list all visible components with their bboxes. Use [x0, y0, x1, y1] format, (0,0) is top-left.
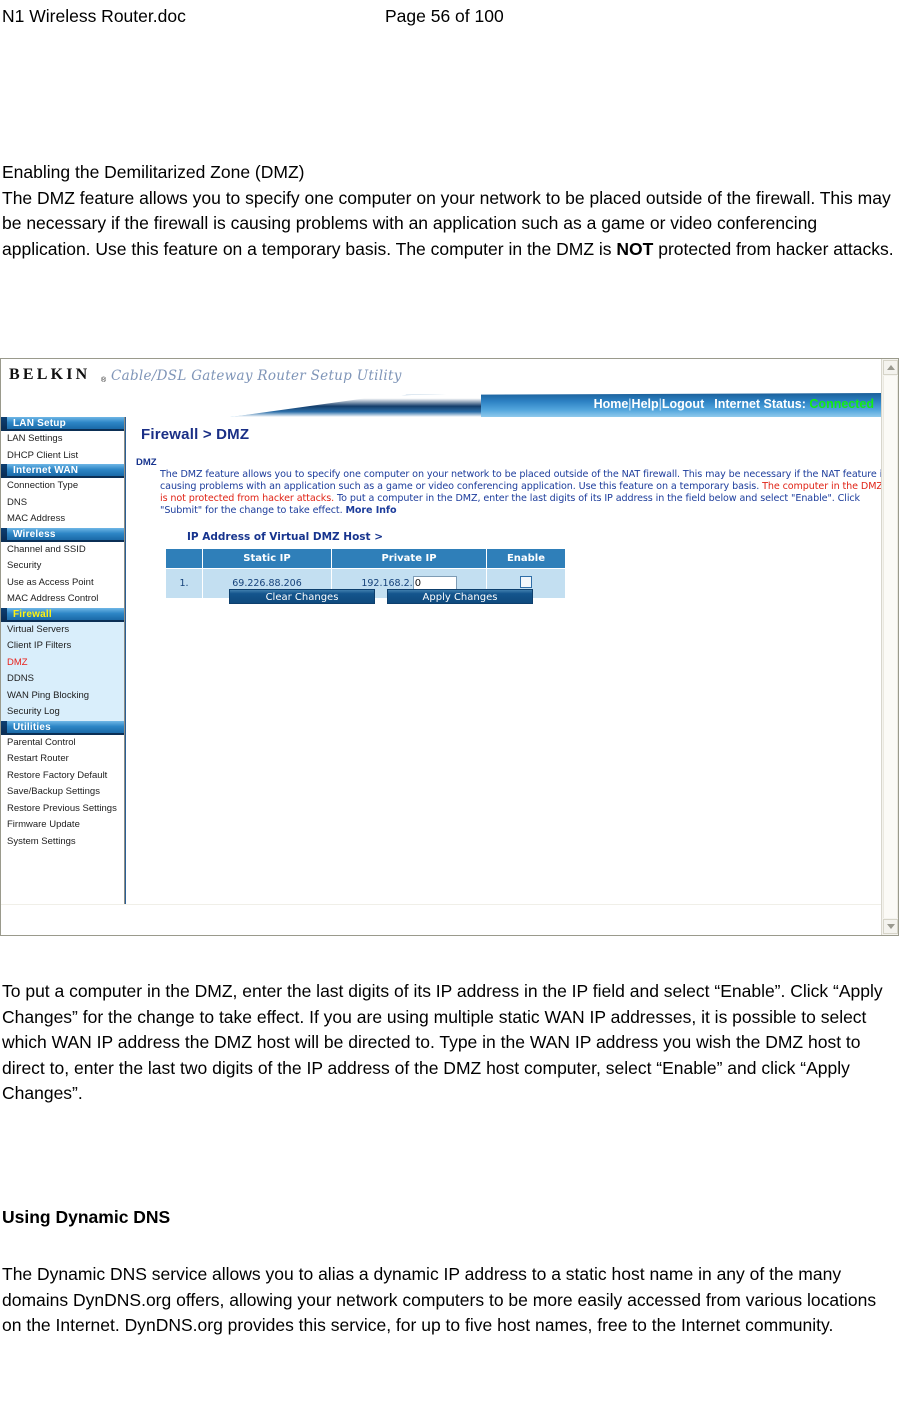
internet-status-value: Connected	[809, 397, 874, 411]
apply-changes-button[interactable]: Apply Changes	[387, 589, 533, 604]
sidebar-header-internet-wan: Internet WAN	[1, 464, 124, 478]
document-header: N1 Wireless Router.doc Page 56 of 100	[0, 6, 900, 32]
sidebar-group-internet-wan: Connection Type DNS MAC Address	[1, 478, 124, 528]
sidebar-header-utilities: Utilities	[1, 720, 124, 735]
dmz-paragraph: The DMZ feature allows you to specify on…	[2, 186, 895, 263]
column-header-index	[165, 548, 203, 569]
sidebar-group-utilities: Parental Control Restart Router Restore …	[1, 735, 124, 851]
table-header-row: Static IP Private IP Enable	[165, 548, 566, 569]
sidebar-item-lan-settings[interactable]: LAN Settings	[1, 431, 124, 448]
internet-status-label: Internet Status:	[714, 397, 806, 411]
row-index: 1.	[165, 568, 203, 599]
table-caption: IP Address of Virtual DMZ Host >	[187, 531, 384, 543]
post-screenshot-paragraph: To put a computer in the DMZ, enter the …	[2, 981, 883, 1104]
sidebar-item-wan-ping-blocking[interactable]: WAN Ping Blocking	[1, 687, 124, 704]
sidebar-item-restore-previous-settings[interactable]: Restore Previous Settings	[1, 801, 124, 818]
router-brand-bar: BELKIN ® Cable/DSL Gateway Router Setup …	[1, 359, 882, 393]
sidebar-group-lan-setup: LAN Settings DHCP Client List	[1, 431, 124, 464]
sidebar-item-firmware-update[interactable]: Firmware Update	[1, 817, 124, 834]
nav-link-help[interactable]: Help	[632, 397, 659, 411]
scroll-up-button[interactable]	[883, 360, 898, 375]
sidebar-item-security[interactable]: Security	[1, 558, 124, 575]
document-filename: N1 Wireless Router.doc	[2, 6, 186, 26]
column-header-enable: Enable	[486, 548, 566, 569]
dmz-section: Enabling the Demilitarized Zone (DMZ) Th…	[2, 160, 895, 262]
sidebar-item-ddns[interactable]: DDNS	[1, 671, 124, 688]
vertical-scrollbar[interactable]	[881, 359, 898, 935]
sidebar-item-client-ip-filters[interactable]: Client IP Filters	[1, 638, 124, 655]
router-bottom-strip	[1, 904, 881, 935]
router-content-pane: Firewall > DMZ DMZ The DMZ feature allow…	[125, 417, 887, 905]
column-header-private-ip: Private IP	[331, 548, 487, 569]
scrollbar-track[interactable]	[883, 376, 898, 918]
sidebar-item-use-as-access-point[interactable]: Use as Access Point	[1, 575, 124, 592]
section-description: The DMZ feature allows you to specify on…	[160, 469, 890, 517]
router-nav-links: Home|Help|Logout Internet Status: Connect…	[594, 397, 874, 411]
dmz-paragraph-tail: protected from hacker attacks.	[653, 238, 894, 259]
private-ip-prefix: 192.168.2.	[361, 578, 413, 589]
sidebar-item-system-settings[interactable]: System Settings	[1, 834, 124, 851]
registered-trademark-icon: ®	[101, 377, 107, 384]
ddns-paragraph: The Dynamic DNS service allows you to al…	[2, 1264, 877, 1336]
sidebar-item-parental-control[interactable]: Parental Control	[1, 735, 124, 752]
nav-bar-swoosh	[231, 393, 481, 417]
sidebar-item-security-log[interactable]: Security Log	[1, 704, 124, 721]
router-utility-tagline: Cable/DSL Gateway Router Setup Utility	[111, 368, 402, 384]
form-buttons: Clear Changes Apply Changes	[229, 589, 533, 604]
nav-link-logout[interactable]: Logout	[662, 397, 704, 411]
sidebar-item-mac-address[interactable]: MAC Address	[1, 511, 124, 528]
more-info-link[interactable]: More Info	[345, 505, 396, 516]
nav-link-home[interactable]: Home	[594, 397, 629, 411]
router-utility-screenshot: BELKIN ® Cable/DSL Gateway Router Setup …	[0, 358, 899, 936]
belkin-logo: BELKIN	[9, 366, 91, 383]
sidebar-header-firewall: Firewall	[1, 607, 124, 622]
page-number-label: Page 56 of 100	[385, 6, 504, 26]
sidebar-item-save-backup-settings[interactable]: Save/Backup Settings	[1, 784, 124, 801]
sidebar-group-wireless: Channel and SSID Security Use as Access …	[1, 542, 124, 608]
chevron-up-icon	[887, 365, 895, 370]
sidebar-item-dhcp-client-list[interactable]: DHCP Client List	[1, 448, 124, 465]
page-title: Firewall > DMZ	[141, 426, 250, 443]
column-header-static-ip: Static IP	[202, 548, 332, 569]
chevron-down-icon	[887, 924, 895, 929]
sidebar-item-restore-factory-default[interactable]: Restore Factory Default	[1, 768, 124, 785]
sidebar-header-wireless: Wireless	[1, 527, 124, 542]
sidebar-header-lan-setup: LAN Setup	[1, 417, 124, 431]
sidebar-item-connection-type[interactable]: Connection Type	[1, 478, 124, 495]
dmz-heading: Enabling the Demilitarized Zone (DMZ)	[2, 162, 305, 182]
clear-changes-button[interactable]: Clear Changes	[229, 589, 375, 604]
sidebar-item-channel-and-ssid[interactable]: Channel and SSID	[1, 542, 124, 559]
sidebar-item-mac-address-control[interactable]: MAC Address Control	[1, 591, 124, 608]
sidebar-item-virtual-servers[interactable]: Virtual Servers	[1, 621, 124, 638]
sidebar-item-dns[interactable]: DNS	[1, 495, 124, 512]
enable-checkbox[interactable]	[520, 576, 532, 588]
sidebar-item-dmz[interactable]: DMZ	[1, 654, 124, 671]
ddns-heading: Using Dynamic DNS	[2, 1207, 171, 1227]
section-label-dmz: DMZ	[136, 457, 157, 468]
sidebar-item-restart-router[interactable]: Restart Router	[1, 751, 124, 768]
scroll-down-button[interactable]	[883, 919, 898, 934]
router-sidebar: LAN Setup LAN Settings DHCP Client List …	[1, 417, 125, 905]
sidebar-group-firewall: Virtual Servers Client IP Filters DMZ DD…	[1, 621, 124, 721]
dmz-paragraph-emphasis: NOT	[616, 238, 654, 259]
router-top-nav-bar: Home|Help|Logout Internet Status: Connect…	[1, 393, 882, 417]
